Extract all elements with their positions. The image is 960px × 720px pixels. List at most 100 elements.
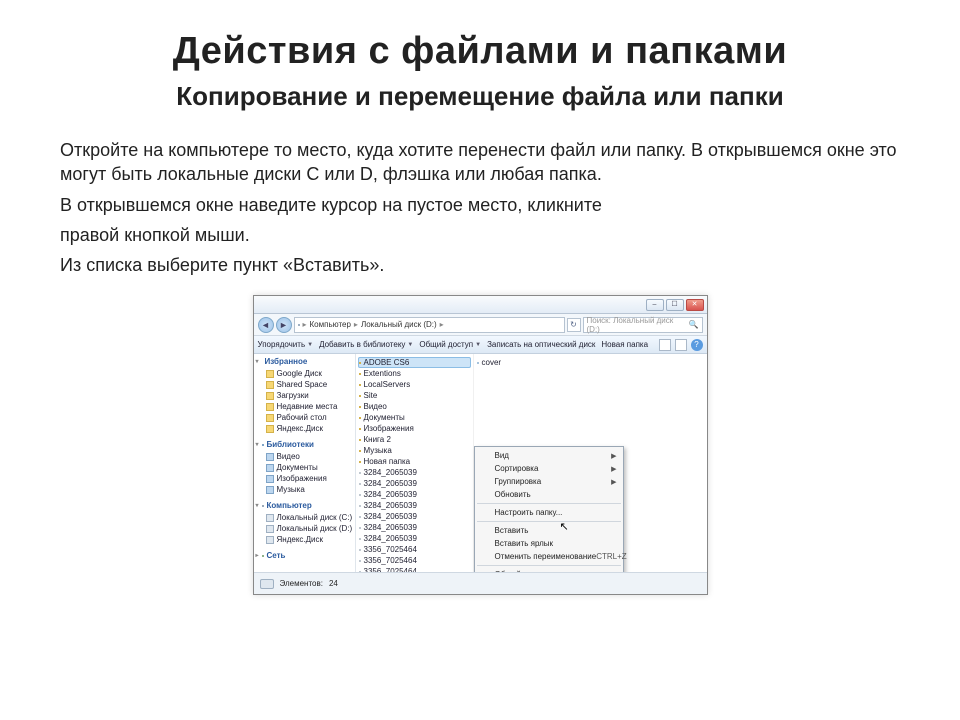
file-icon: [359, 527, 361, 529]
file-item[interactable]: Site: [358, 390, 471, 401]
ctx-sort[interactable]: Сортировка▶: [475, 462, 623, 475]
folder-icon: [266, 425, 274, 433]
ctx-view[interactable]: Вид▶: [475, 449, 623, 462]
drive-icon: [266, 514, 274, 522]
instruction-paragraph: правой кнопкой мыши.: [60, 223, 900, 247]
sidebar-item[interactable]: Загрузки: [256, 390, 353, 401]
page-title: Действия с файлами и папками: [60, 30, 900, 73]
library-icon: [266, 475, 274, 483]
sidebar-item[interactable]: Локальный диск (C:): [256, 512, 353, 523]
preview-pane-icon[interactable]: [675, 339, 687, 351]
search-icon: 🔍: [689, 320, 699, 329]
folder-icon: [359, 461, 361, 463]
file-item[interactable]: LocalServers: [358, 379, 471, 390]
folder-icon: [266, 381, 274, 389]
toolbar: Упорядочить▼ Добавить в библиотеку▼ Общи…: [254, 336, 707, 354]
file-item[interactable]: 3356_7025464: [358, 544, 471, 555]
file-icon: [359, 483, 361, 485]
network-icon: [262, 555, 264, 557]
refresh-button[interactable]: ↻: [567, 318, 581, 332]
sidebar-item[interactable]: Локальный диск (D:): [256, 523, 353, 534]
sidebar-item[interactable]: Google Диск: [256, 368, 353, 379]
folder-icon: [359, 450, 361, 452]
folder-icon: [359, 373, 361, 375]
ctx-paste[interactable]: Вставить: [475, 524, 623, 537]
sidebar-group-network[interactable]: ▸Сеть: [256, 551, 353, 560]
share-button[interactable]: Общий доступ▼: [419, 340, 481, 349]
sidebar-item[interactable]: Яндекс.Диск: [256, 423, 353, 434]
instruction-paragraph: Откройте на компьютере то место, куда хо…: [60, 138, 900, 187]
file-item[interactable]: 3284_2065039: [358, 467, 471, 478]
folder-icon: [266, 403, 274, 411]
window-titlebar[interactable]: – ☐ ✕: [254, 296, 707, 314]
file-item[interactable]: 3284_2065039: [358, 478, 471, 489]
ctx-customize[interactable]: Настроить папку...: [475, 506, 623, 519]
file-item[interactable]: Новая папка: [358, 456, 471, 467]
file-item[interactable]: Музыка: [358, 445, 471, 456]
sidebar-item[interactable]: Недавние места: [256, 401, 353, 412]
drive-icon: [266, 525, 274, 533]
status-count: 24: [329, 579, 338, 588]
file-icon: [359, 538, 361, 540]
file-item[interactable]: 3284_2065039: [358, 522, 471, 533]
maximize-button[interactable]: ☐: [666, 299, 684, 311]
ctx-undo[interactable]: Отменить переименованиеCTRL+Z: [475, 550, 623, 563]
folder-icon: [359, 384, 361, 386]
file-item[interactable]: Документы: [358, 412, 471, 423]
organize-button[interactable]: Упорядочить▼: [258, 340, 314, 349]
file-icon: [359, 560, 361, 562]
file-item[interactable]: 3284_2065039: [358, 489, 471, 500]
file-icon: [359, 549, 361, 551]
sidebar-item[interactable]: Рабочий стол: [256, 412, 353, 423]
sidebar-item[interactable]: Shared Space: [256, 379, 353, 390]
navigation-row: ◄ ► ▸ Компьютер ▸ Локальный диск (D:) ▸ …: [254, 314, 707, 336]
drive-icon: [298, 324, 300, 326]
file-item-selected[interactable]: ADOBE CS6: [358, 357, 471, 368]
sidebar-item[interactable]: Видео: [256, 451, 353, 462]
file-item[interactable]: Видео: [358, 401, 471, 412]
address-bar[interactable]: ▸ Компьютер ▸ Локальный диск (D:) ▸: [294, 317, 565, 333]
file-item[interactable]: Изображения: [358, 423, 471, 434]
file-item[interactable]: 3356_7025464: [358, 555, 471, 566]
ctx-paste-shortcut[interactable]: Вставить ярлык: [475, 537, 623, 550]
file-item[interactable]: 3284_2065039: [358, 500, 471, 511]
file-item[interactable]: Книга 2: [358, 434, 471, 445]
add-to-library-button[interactable]: Добавить в библиотеку▼: [319, 340, 413, 349]
sidebar-item[interactable]: Изображения: [256, 473, 353, 484]
file-item[interactable]: cover: [476, 357, 705, 368]
file-item[interactable]: Extentions: [358, 368, 471, 379]
status-label: Элементов:: [280, 579, 323, 588]
folder-icon: [359, 417, 361, 419]
file-icon: [359, 516, 361, 518]
ctx-share-access[interactable]: Общий доступ▶: [475, 568, 623, 572]
ctx-group[interactable]: Группировка▶: [475, 475, 623, 488]
sidebar-item[interactable]: Документы: [256, 462, 353, 473]
file-item[interactable]: 3284_2065039: [358, 533, 471, 544]
breadcrumb-segment[interactable]: Компьютер: [310, 320, 351, 329]
minimize-button[interactable]: –: [646, 299, 664, 311]
close-button[interactable]: ✕: [686, 299, 704, 311]
back-button[interactable]: ◄: [258, 317, 274, 333]
search-placeholder: Поиск: Локальный диск (D:): [587, 316, 689, 334]
breadcrumb-segment[interactable]: Локальный диск (D:): [361, 320, 437, 329]
sidebar-item[interactable]: Музыка: [256, 484, 353, 495]
help-icon[interactable]: ?: [691, 339, 703, 351]
file-icon: [359, 505, 361, 507]
file-icon: [359, 472, 361, 474]
sidebar-group-computer[interactable]: ▾Компьютер: [256, 501, 353, 510]
new-folder-button[interactable]: Новая папка: [601, 340, 648, 349]
search-input[interactable]: Поиск: Локальный диск (D:) 🔍: [583, 317, 703, 333]
burn-button[interactable]: Записать на оптический диск: [487, 340, 595, 349]
folder-icon: [359, 395, 361, 397]
file-list-column-2[interactable]: cover Вид▶ Сортировка▶ Группировка▶ Обно…: [474, 354, 707, 572]
file-list-column-1[interactable]: ADOBE CS6 Extentions LocalServers Site В…: [356, 354, 474, 572]
sidebar-group-libraries[interactable]: ▾Библиотеки: [256, 440, 353, 449]
view-options-icon[interactable]: [659, 339, 671, 351]
separator: [477, 565, 621, 566]
ctx-refresh[interactable]: Обновить: [475, 488, 623, 501]
library-icon: [266, 464, 274, 472]
sidebar-item[interactable]: Яндекс.Диск: [256, 534, 353, 545]
sidebar-group-favorites[interactable]: ▾Избранное: [256, 357, 353, 366]
forward-button[interactable]: ►: [276, 317, 292, 333]
file-item[interactable]: 3284_2065039: [358, 511, 471, 522]
